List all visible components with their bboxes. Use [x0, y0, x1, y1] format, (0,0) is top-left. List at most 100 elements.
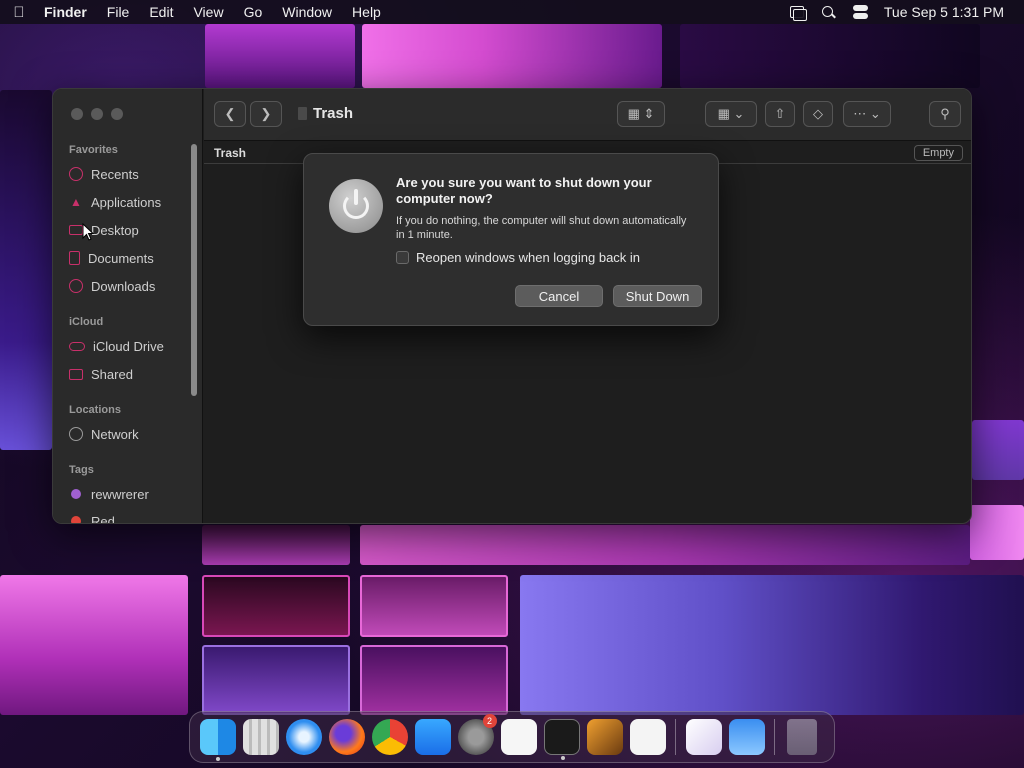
- dock-separator: [675, 719, 676, 755]
- shutdown-dialog: Are you sure you want to shut down your …: [303, 153, 719, 326]
- action-menu-button[interactable]: ⋯ ⌄: [843, 101, 891, 127]
- dock-trash-icon[interactable]: [787, 719, 817, 755]
- view-mode-button[interactable]: ▦ ⇕: [617, 101, 665, 127]
- sidebar-item-network[interactable]: Network: [69, 424, 139, 444]
- chevron-right-icon: ❯: [260, 106, 272, 121]
- apple-menu-icon[interactable]: : [0, 4, 38, 21]
- sidebar-item-label: Downloads: [91, 278, 156, 294]
- desktop-icon: [69, 225, 83, 235]
- wallpaper-panel: [0, 575, 188, 715]
- globe-icon: [69, 427, 83, 441]
- dock-firefox-icon[interactable]: [328, 719, 365, 755]
- dock-finder-icon[interactable]: [199, 719, 236, 761]
- group-button[interactable]: ▦ ⌄: [705, 101, 757, 127]
- cancel-button[interactable]: Cancel: [515, 285, 603, 307]
- zoom-window-button[interactable]: [111, 108, 123, 120]
- wallpaper-panel: [360, 645, 508, 715]
- sidebar-item-desktop[interactable]: Desktop: [69, 220, 139, 240]
- sidebar-item-icloud-drive[interactable]: iCloud Drive: [69, 336, 164, 356]
- dock-launchpad-icon[interactable]: [242, 719, 279, 755]
- window-title: Trash: [298, 105, 353, 122]
- wallpaper-panel: [970, 505, 1024, 560]
- dock-visual-studio-icon[interactable]: [685, 719, 722, 755]
- finder-toolbar: ❮ ❯ Trash ▦ ⇕ ▦ ⌄ ⇧ ◇ ⋯ ⌄ ⚲: [204, 89, 971, 141]
- clock-icon: [69, 167, 83, 181]
- control-center-icon[interactable]: [852, 5, 870, 19]
- tag-color-dot: [71, 489, 81, 499]
- share-button[interactable]: ⇧: [765, 101, 795, 127]
- sidebar-item-label: Shared: [91, 366, 133, 382]
- minimize-window-button[interactable]: [91, 108, 103, 120]
- icon-grid-icon: ▦ ⇕: [627, 106, 655, 121]
- finder-sidebar: Favorites Recents ▲ Applications Desktop…: [53, 89, 203, 523]
- dock-textedit-icon[interactable]: [500, 719, 537, 755]
- running-indicator: [215, 757, 220, 761]
- wallpaper-panel: [362, 24, 662, 88]
- checkbox-label: Reopen windows when logging back in: [416, 250, 641, 265]
- back-button[interactable]: ❮: [214, 101, 246, 127]
- close-window-button[interactable]: [71, 108, 83, 120]
- sidebar-scrollbar[interactable]: [191, 144, 197, 396]
- window-title-label: Trash: [313, 105, 354, 122]
- trash-folder-icon: [298, 107, 307, 120]
- sidebar-item-tag-red[interactable]: Red: [69, 511, 115, 524]
- dock-safari-icon[interactable]: [285, 719, 322, 755]
- sidebar-item-documents[interactable]: Documents: [69, 248, 154, 268]
- empty-trash-button[interactable]: Empty: [913, 145, 963, 161]
- dock-garageband-icon[interactable]: [586, 719, 623, 755]
- menu-bar:  Finder File Edit View Go Window Help T…: [0, 0, 1024, 24]
- menu-window[interactable]: Window: [272, 4, 342, 20]
- tag-button[interactable]: ◇: [803, 101, 833, 127]
- search-button[interactable]: ⚲: [929, 101, 961, 127]
- menu-view[interactable]: View: [183, 4, 233, 20]
- menu-help[interactable]: Help: [342, 4, 391, 20]
- sidebar-item-downloads[interactable]: Downloads: [69, 276, 155, 296]
- wallpaper-panel: [202, 575, 350, 637]
- sidebar-item-shared[interactable]: Shared: [69, 364, 133, 384]
- sidebar-section-tags: Tags: [69, 464, 94, 476]
- shared-folder-icon: [69, 368, 83, 380]
- wallpaper-panel: [680, 24, 980, 88]
- menu-go[interactable]: Go: [234, 4, 273, 20]
- wallpaper-panel: [520, 575, 1024, 715]
- group-grid-icon: ▦ ⌄: [717, 106, 745, 121]
- menu-file[interactable]: File: [97, 4, 140, 20]
- dialog-message: If you do nothing, the computer will shu…: [396, 215, 687, 241]
- sidebar-section-locations: Locations: [69, 404, 121, 416]
- sidebar-section-favorites: Favorites: [69, 144, 118, 156]
- dock-separator: [774, 719, 775, 755]
- dock-vscode-icon[interactable]: [629, 719, 666, 755]
- window-controls: [71, 108, 123, 120]
- sidebar-item-label: Red: [91, 513, 115, 524]
- wallpaper-panel: [360, 525, 970, 565]
- menubar-clock[interactable]: Tue Sep 5 1:31 PM: [884, 4, 1004, 20]
- download-icon: [69, 279, 83, 293]
- screen-mirroring-icon[interactable]: [788, 5, 807, 21]
- dock-weather-icon[interactable]: [728, 719, 765, 755]
- reopen-windows-checkbox[interactable]: Reopen windows when logging back in: [396, 250, 640, 265]
- dock: 2: [189, 711, 835, 763]
- sidebar-item-label: iCloud Drive: [93, 338, 164, 354]
- dock-app-store-icon[interactable]: [414, 719, 451, 755]
- dock-terminal-icon[interactable]: [543, 719, 580, 760]
- mouse-cursor-icon: [82, 223, 94, 241]
- tag-icon: ◇: [813, 106, 823, 121]
- sidebar-item-label: rewwrerer: [91, 486, 149, 502]
- checkbox-box[interactable]: [396, 251, 409, 264]
- sidebar-item-recents[interactable]: Recents: [69, 164, 139, 184]
- wallpaper-panel: [972, 420, 1024, 480]
- spotlight-search-icon[interactable]: [820, 5, 838, 19]
- dock-chrome-icon[interactable]: [371, 719, 408, 755]
- sidebar-item-tag-rewwrerer[interactable]: rewwrerer: [69, 484, 149, 504]
- menu-edit[interactable]: Edit: [139, 4, 183, 20]
- forward-button[interactable]: ❯: [250, 101, 282, 127]
- sidebar-item-applications[interactable]: ▲ Applications: [69, 192, 161, 212]
- dock-system-settings-icon[interactable]: 2: [457, 714, 497, 755]
- notification-badge: 2: [482, 714, 497, 728]
- app-menu[interactable]: Finder: [38, 4, 97, 20]
- dialog-title: Are you sure you want to shut down your …: [396, 175, 652, 206]
- shut-down-button[interactable]: Shut Down: [613, 285, 702, 307]
- tag-color-dot: [71, 516, 81, 523]
- power-icon: [329, 179, 383, 233]
- sidebar-item-label: Network: [91, 426, 139, 442]
